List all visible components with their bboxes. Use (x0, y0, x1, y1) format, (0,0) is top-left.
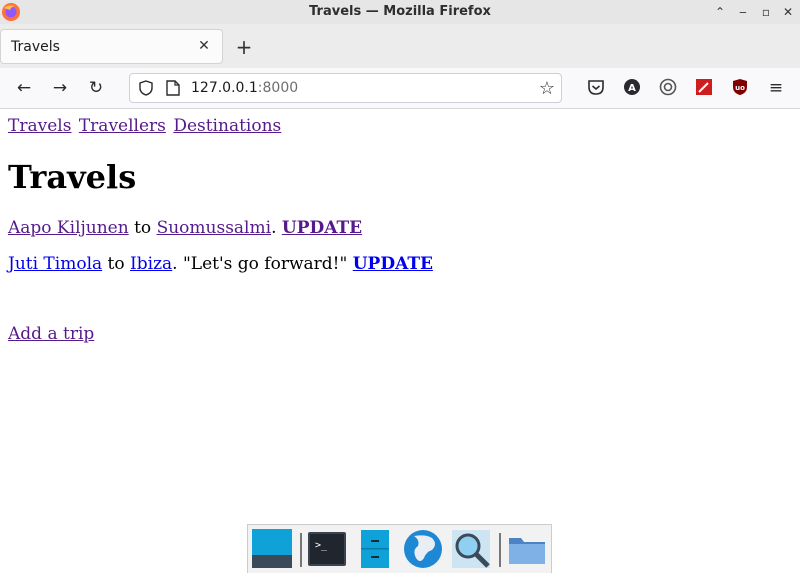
maximize-icon[interactable]: ▫ (757, 3, 775, 21)
traveller-link[interactable]: Aapo Kiljunen (8, 218, 129, 238)
web-browser-icon[interactable] (402, 528, 444, 570)
bookmark-star-icon[interactable]: ☆ (539, 78, 555, 99)
chevron-up-icon[interactable]: ⌃ (711, 3, 729, 21)
nav-link-travellers[interactable]: Travellers (79, 116, 166, 136)
nav-link-travels[interactable]: Travels (8, 116, 71, 136)
file-manager-icon[interactable] (354, 528, 396, 570)
forward-icon[interactable]: → (48, 76, 72, 100)
svg-text:uo: uo (735, 84, 745, 92)
back-icon[interactable]: ← (12, 76, 36, 100)
destination-link[interactable]: Ibiza (130, 254, 172, 274)
traveller-link[interactable]: Juti Timola (8, 254, 102, 274)
color-picker-extension-icon[interactable] (695, 78, 713, 96)
trip-item: Aapo Kiljunen to Suomussalmi. UPDATE (8, 218, 362, 238)
page-title: Travels (8, 158, 137, 196)
add-trip-link[interactable]: Add a trip (8, 324, 94, 344)
trip-note: . "Let's go forward!" (172, 254, 348, 274)
privacy-extension-icon[interactable] (659, 78, 677, 96)
ublock-origin-icon[interactable]: uo (731, 78, 749, 96)
trip-item: Juti Timola to Ibiza. "Let's go forward!… (8, 254, 433, 274)
account-icon[interactable]: A (623, 78, 641, 96)
tab-travels[interactable]: Travels ✕ (0, 29, 223, 64)
page-info-icon[interactable] (166, 80, 180, 96)
update-link[interactable]: UPDATE (282, 218, 362, 238)
tracking-protection-shield-icon[interactable] (138, 80, 154, 96)
window-titlebar: Travels — Mozilla Firefox ⌃ ‒ ▫ ✕ (0, 0, 800, 25)
pocket-icon[interactable] (587, 78, 605, 96)
window-title: Travels — Mozilla Firefox (309, 4, 491, 19)
close-window-icon[interactable]: ✕ (779, 3, 797, 21)
update-link[interactable]: UPDATE (353, 254, 433, 274)
desktop-icon[interactable] (251, 528, 293, 570)
svg-text:A: A (628, 83, 636, 94)
dock: >_ (247, 524, 552, 573)
trip-connector: to (107, 254, 125, 274)
hamburger-menu-icon[interactable]: ≡ (764, 76, 788, 100)
trip-note: . (271, 218, 277, 238)
close-tab-icon[interactable]: ✕ (194, 36, 214, 56)
site-nav: Travels Travellers Destinations (8, 116, 283, 136)
dock-separator (499, 533, 501, 567)
url-port: :8000 (257, 80, 299, 96)
terminal-icon[interactable]: >_ (306, 528, 348, 570)
minimize-icon[interactable]: ‒ (734, 3, 752, 21)
tab-strip: Travels ✕ + (0, 24, 800, 68)
navigation-toolbar: ← → ↻ 127.0.0.1:8000 ☆ A uo ≡ (0, 68, 800, 109)
trip-connector: to (134, 218, 152, 238)
folder-icon[interactable] (506, 528, 548, 570)
url-text[interactable]: 127.0.0.1:8000 (191, 80, 298, 96)
reload-icon[interactable]: ↻ (84, 76, 108, 100)
nav-link-destinations[interactable]: Destinations (173, 116, 281, 136)
dock-separator (300, 533, 302, 567)
url-bar[interactable]: 127.0.0.1:8000 ☆ (129, 73, 562, 103)
svg-text:>_: >_ (315, 540, 328, 551)
destination-link[interactable]: Suomussalmi (157, 218, 271, 238)
search-icon[interactable] (450, 528, 492, 570)
tab-title: Travels (11, 39, 60, 55)
url-host: 127.0.0.1 (191, 80, 258, 96)
new-tab-button[interactable]: + (232, 35, 256, 59)
